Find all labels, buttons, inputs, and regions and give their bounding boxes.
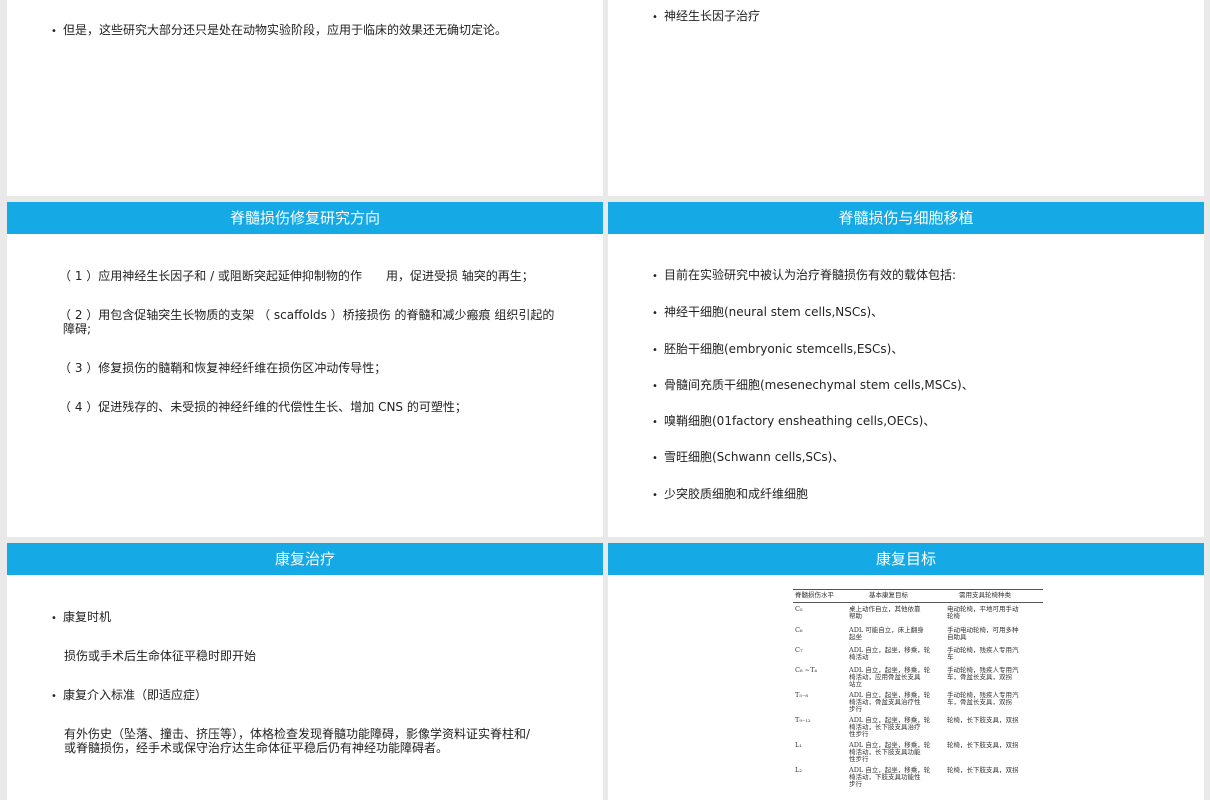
bullet-item: • 雪旺细胞(Schwann cells,SCs)、: [652, 449, 844, 467]
table-cell-level: L₂: [795, 766, 802, 774]
table-cell-level: T₅₋₈: [795, 691, 808, 699]
list-item: （ 2 ）用包含促轴突生长物质的支架 （ scaffolds ）桥接损伤 的脊髓…: [59, 308, 555, 322]
table-cell-goal: ADL 自立，起坐，移乘，轮 椅活动，应用骨盆长支具 站立: [849, 666, 931, 688]
table-cell-aid: 手动电动轮椅，可用多种 自助具: [947, 626, 1019, 641]
table-cell-level: L₁: [795, 741, 802, 749]
slide-title: 脊髓损伤修复研究方向: [7, 202, 603, 234]
table-cell-goal: ADL 可能自立，床上翻身 起坐: [849, 626, 924, 641]
table-cell-aid: 轮椅，长下肢支具，双拐: [947, 741, 1019, 749]
bullet-item: • 康复介入标准（即适应症）: [51, 687, 207, 705]
body-text: 或脊髓损伤，经手术或保守治疗达生命体征平稳后仍有神经功能障碍者。: [64, 741, 449, 755]
bullet-dot-icon: •: [652, 345, 658, 356]
slide-rehab-therapy: 康复治疗 • 康复时机 损伤或手术后生命体征平稳时即开始 • 康复介入标准（即适应症…: [7, 543, 603, 800]
slide-title: 康复目标: [608, 543, 1204, 575]
table-header-level: 脊髓损伤水平: [795, 591, 834, 599]
table-cell-level: C₅: [795, 605, 803, 613]
slide-title: 脊髓损伤与细胞移植: [608, 202, 1204, 234]
bullet-item: • 骨髓间充质干细胞(mesenechymal stem cells,MSCs)、: [652, 377, 974, 395]
bullet-dot-icon: •: [652, 308, 658, 319]
bullet-item: • 目前在实验研究中被认为治疗脊髓损伤有效的载体包括:: [652, 267, 956, 285]
bullet-item: • 少突胶质细胞和成纤维细胞: [652, 486, 808, 504]
table-cell-goal: ADL 自立，起坐，移乘，轮 椅活动，骨盆支具治疗性 步行: [849, 691, 931, 713]
table-cell-aid: 手动轮椅，残疾人专用汽车: [947, 646, 1019, 661]
table-cell-goal: ADL 自立，起坐，移乘，轮 椅活动，下肢支具功能性 步行: [849, 766, 931, 788]
bullet-dot-icon: •: [51, 691, 57, 702]
bullet-item: • 神经干细胞(neural stem cells,NSCs)、: [652, 304, 883, 322]
table-cell-level: T₉₋₁₂: [795, 716, 811, 724]
bullet-item: • 嗅鞘细胞(01factory ensheathing cells,OECs)、: [652, 413, 935, 431]
slide-cell-transplant: 脊髓损伤与细胞移植 • 目前在实验研究中被认为治疗脊髓损伤有效的载体包括: • 神经…: [608, 202, 1204, 537]
table-cell-goal: ADL 自立，起坐，移乘，轮 椅活动，长下肢支具治疗 性步行: [849, 716, 931, 738]
table-cell-goal: ADL 自立，起坐，移乘，轮 椅活动，长下肢支具功能 性步行: [849, 741, 931, 763]
table-cell-level: C₇: [795, 646, 803, 654]
table-cell-level: C₈ ~T₄: [795, 666, 818, 674]
slide-title: 康复治疗: [7, 543, 603, 575]
list-item: （ 4 ）促进残存的、未受损的神经纤维的代偿性生长、增加 CNS 的可塑性；: [59, 400, 467, 414]
bullet-item: • 神经生长因子治疗: [652, 8, 760, 26]
bullet-dot-icon: •: [652, 417, 658, 428]
table-cell-aid: 电动轮椅，平地可用手动 轮椅: [947, 605, 1019, 620]
list-item: （ 1 ）应用神经生长因子和 / 或阻断突起延伸抑制物的作 用，促进受损 轴突的…: [59, 269, 534, 283]
bullet-dot-icon: •: [652, 12, 658, 23]
list-item: （ 3 ）修复损伤的髓鞘和恢复神经纤维在损伤区冲动传导性；: [59, 361, 387, 375]
rehab-table: 脊髓损伤水平 基本康复目标 需用支具轮椅种类 C₅ 桌上动作自立，其他依靠 帮助 电动…: [793, 589, 1043, 800]
table-cell-aid: 轮椅，长下肢支具，双拐: [947, 766, 1019, 774]
slide-rehab-goal: 康复目标 脊髓损伤水平 基本康复目标 需用支具轮椅种类 C₅ 桌上动作自立，其他依…: [608, 543, 1204, 800]
body-text: 有外伤史（坠落、撞击、挤压等），体格检查发现脊髓功能障碍，影像学资料证实脊柱和/: [64, 727, 531, 741]
table-cell-goal: ADL 自立，起坐，移乘，轮 椅活动: [849, 646, 931, 661]
bullet-dot-icon: •: [652, 490, 658, 501]
table-cell-level: C₆: [795, 626, 803, 634]
bullet-item: • 胚胎干细胞(embryonic stemcells,ESCs)、: [652, 341, 903, 359]
table-header-aid: 需用支具轮椅种类: [959, 591, 1011, 599]
table-header-goal: 基本康复目标: [869, 591, 908, 599]
bullet-dot-icon: •: [51, 613, 57, 624]
bullet-dot-icon: •: [652, 453, 658, 464]
table-cell-aid: 轮椅，长下肢支具，双拐: [947, 716, 1019, 724]
table-cell-aid: 手动轮椅，残疾人专用汽 车，骨盆长支具，双拐: [947, 691, 1019, 706]
bullet-item: • 康复时机: [51, 609, 111, 627]
bullet-item: • 但是，这些研究大部分还只是处在动物实验阶段，应用于临床的效果还无确切定论。: [51, 22, 507, 40]
list-item-continued: 障碍;: [63, 322, 92, 336]
table-cell-goal: 桌上动作自立，其他依靠 帮助: [849, 605, 921, 620]
slide-repair-direction: 脊髓损伤修复研究方向 （ 1 ）应用神经生长因子和 / 或阻断突起延伸抑制物的作…: [7, 202, 603, 537]
bullet-dot-icon: •: [652, 271, 658, 282]
slide-top-right: • 神经生长因子治疗: [608, 0, 1204, 196]
table-cell-aid: 手动轮椅，残疾人专用汽 车，骨盆长支具，双拐: [947, 666, 1019, 681]
bullet-dot-icon: •: [652, 381, 658, 392]
bullet-dot-icon: •: [51, 26, 57, 37]
slide-top-left: • 但是，这些研究大部分还只是处在动物实验阶段，应用于临床的效果还无确切定论。: [7, 0, 603, 196]
body-text: 损伤或手术后生命体征平稳时即开始: [64, 649, 257, 663]
